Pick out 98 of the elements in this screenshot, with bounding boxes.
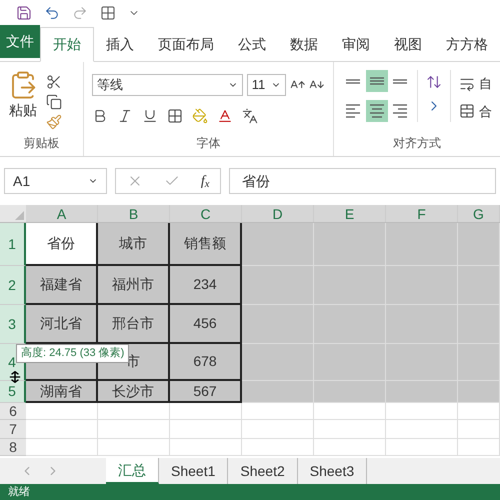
table-cell: 省份: [26, 223, 98, 266]
italic-icon[interactable]: [117, 108, 133, 124]
table-cell: [242, 381, 314, 403]
table-cell: 销售额: [170, 223, 242, 266]
font-size-field[interactable]: 11: [246, 74, 286, 96]
table-cell: [458, 420, 500, 439]
copy-icon[interactable]: [46, 94, 62, 110]
column-header[interactable]: D: [242, 205, 314, 222]
group-label: 剪贴板: [22, 135, 60, 152]
table-cell: 678: [170, 344, 242, 381]
column-header[interactable]: B: [98, 205, 170, 222]
table-cell: [242, 420, 314, 439]
row-header[interactable]: 3: [0, 305, 26, 344]
table-cell: [458, 403, 500, 420]
wrap-label: 自: [479, 75, 492, 93]
table-cell: [26, 403, 98, 420]
align-button[interactable]: [366, 100, 388, 122]
table-cell: 福建省: [26, 266, 98, 305]
table-cell: [98, 403, 170, 420]
ribbon-tab[interactable]: 插入: [94, 27, 146, 62]
underline-icon[interactable]: [142, 108, 158, 124]
ribbon-tab[interactable]: 视图: [382, 27, 434, 62]
orientation-icon[interactable]: [426, 74, 442, 90]
column-header[interactable]: G: [458, 205, 500, 222]
status-text: 就绪: [8, 484, 30, 500]
sheet-tab[interactable]: 汇总: [106, 458, 159, 484]
paste-button[interactable]: 粘贴: [4, 70, 42, 134]
align-center-icon: [368, 104, 385, 118]
table-cell: 234: [170, 266, 242, 305]
row-header[interactable]: 1: [0, 223, 26, 266]
table-cell: [458, 381, 500, 403]
table-cell: [170, 439, 242, 456]
table-cell: 城市: [98, 223, 170, 266]
fill-color-icon[interactable]: [192, 108, 208, 124]
ribbon-tab[interactable]: 开始: [40, 27, 94, 62]
font-color-icon[interactable]: [217, 108, 233, 124]
row-header[interactable]: 8: [0, 439, 26, 456]
name-box[interactable]: A1: [4, 168, 107, 194]
ribbon-tab[interactable]: 数据: [278, 27, 330, 62]
table-cell: [242, 305, 314, 344]
undo-icon[interactable]: [44, 5, 60, 21]
column-header[interactable]: A: [26, 205, 98, 222]
phonetic-icon[interactable]: [242, 108, 258, 124]
column-header[interactable]: C: [170, 205, 242, 222]
table-cell: [386, 381, 458, 403]
table-cell: 567: [170, 381, 242, 403]
table-cell: [242, 266, 314, 305]
ribbon-tab[interactable]: 公式: [226, 27, 278, 62]
table-cell: 河北省: [26, 305, 98, 344]
align-middle-icon: [368, 77, 385, 85]
table-cell: [170, 403, 242, 420]
table-cell: [170, 420, 242, 439]
table-cell: [314, 381, 386, 403]
table-cell: [314, 420, 386, 439]
merge-label: 合: [479, 102, 492, 120]
ribbon-tab[interactable]: 页面布局: [146, 27, 226, 62]
align-button[interactable]: [366, 70, 388, 92]
save-icon[interactable]: [16, 5, 32, 21]
font-name-field[interactable]: 等线: [92, 74, 243, 96]
table-cell: 邢台市: [98, 305, 170, 344]
table-cell: 456: [170, 305, 242, 344]
tooltip: 高度: 24.75 (33 像素): [16, 344, 130, 362]
ribbon-tab[interactable]: 方方格: [434, 27, 500, 62]
align-left-icon: [345, 104, 361, 118]
column-header[interactable]: F: [386, 205, 458, 222]
align-top-icon: [345, 78, 361, 84]
align-right-icon: [392, 104, 408, 118]
column-header[interactable]: E: [314, 205, 386, 222]
table-cell: [386, 403, 458, 420]
table-cell: [26, 439, 98, 456]
table-cell: [98, 420, 170, 439]
row-header[interactable]: 2: [0, 266, 26, 305]
group-label: 对齐方式: [392, 135, 442, 152]
formula-field[interactable]: 省份: [229, 168, 496, 194]
table-cell: [386, 439, 458, 456]
table-cell: [26, 420, 98, 439]
file-tab[interactable]: 文件: [0, 25, 40, 58]
table-cell: [242, 344, 314, 381]
cut-icon[interactable]: [46, 74, 62, 90]
table-cell: [98, 439, 170, 456]
table-cell: [314, 439, 386, 456]
resize-cursor-icon: [9, 371, 21, 383]
table-cell: [386, 420, 458, 439]
table-cell: 湖南省: [26, 381, 98, 403]
border-icon[interactable]: [167, 108, 183, 124]
row-header[interactable]: 7: [0, 420, 26, 439]
row-header[interactable]: 6: [0, 403, 26, 420]
insert-function-label[interactable]: f$_{x}$: [200, 170, 210, 192]
align-bottom-icon: [392, 78, 408, 84]
row-header[interactable]: 5: [0, 381, 26, 403]
table-cell: 长沙市: [98, 381, 170, 403]
table-cell: [242, 403, 314, 420]
table-cell: [314, 403, 386, 420]
merge-icon[interactable]: [459, 103, 475, 120]
table-cell: 福州市: [98, 266, 170, 305]
table-cell: [242, 439, 314, 456]
ribbon-tab[interactable]: 审阅: [330, 27, 382, 62]
group-label: 字体: [196, 135, 222, 152]
